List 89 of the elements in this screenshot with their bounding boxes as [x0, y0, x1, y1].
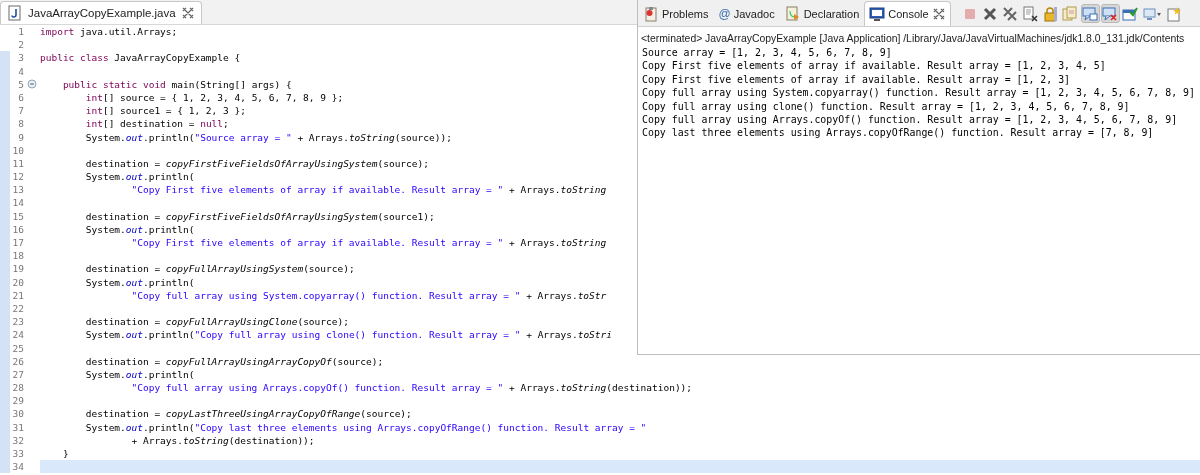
line-number: 1 — [17, 25, 24, 39]
code-line: System.out.println( — [84, 367, 195, 382]
line-number: 25 — [11, 341, 24, 355]
line-number: 17 — [11, 236, 24, 250]
close-icon[interactable] — [931, 7, 946, 21]
code-line: destination = copyLastThreeUsingArrayCopyOfRange(source); — [84, 407, 412, 421]
code-line: int[] destination = null; — [84, 117, 229, 131]
code-line: destination = copyFullArrayUsingSystem(source); — [84, 262, 355, 276]
new-document-icon — [1166, 5, 1183, 22]
code-line: System.out.println( — [84, 170, 195, 184]
window-check-icon — [1122, 5, 1139, 22]
line-number: 7 — [17, 104, 24, 118]
line-number: 9 — [17, 130, 24, 144]
line-number: 27 — [11, 367, 24, 382]
code-line: "Copy First five elements of array if available. Result array = " + Arrays.toString — [130, 183, 607, 197]
line-number: 23 — [11, 315, 24, 329]
console-line: Copy last three elements using Arrays.copyOfRange() function. Result array = [7, 8, 9] — [642, 126, 1154, 140]
view-tab[interactable]: Problems — [638, 1, 714, 26]
code-line: int[] source1 = { 1, 2, 3 }; — [84, 104, 246, 118]
toolbar-button[interactable] — [1020, 4, 1040, 23]
line-number: 18 — [11, 249, 24, 263]
code-line: int[] source = { 1, 2, 3, 4, 5, 6, 7, 8, 9 }; — [84, 90, 344, 105]
code-line: public class JavaArrayCopyExample { — [40, 51, 241, 65]
line-number: 8 — [17, 117, 24, 131]
console-line: Copy full array using System.copyarray() function. Result array = [1, 2, 3, 4, 5, 6, 7, 8, 9] — [642, 86, 1195, 100]
line-number: 3 — [17, 51, 24, 65]
speech-bubble-icon — [1082, 5, 1099, 22]
fold-minus-icon[interactable] — [27, 79, 37, 90]
double-cross-icon — [1002, 5, 1019, 22]
code-line: + Arrays.toString(destination)); — [130, 433, 315, 447]
line-number: 30 — [11, 407, 24, 421]
line-number: 24 — [11, 328, 24, 342]
line-number: 10 — [11, 143, 24, 157]
monitor-icon — [869, 6, 886, 22]
code-line: destination = copyFullArrayUsingClone(source); — [84, 315, 349, 329]
code-line: "Copy First five elements of array if available. Result array = " + Arrays.toString — [130, 236, 607, 250]
code-line: public static void main(String[] args) { — [61, 77, 292, 91]
line-number: 2 — [17, 38, 24, 52]
code-line: System.out.println( — [84, 222, 195, 236]
code-line: System.out.println("Copy full array using clone() function. Result array = " + Arrays.toStri — [84, 328, 612, 342]
console-line: Source array = [1, 2, 3, 4, 5, 6, 7, 8, 9] — [642, 46, 892, 60]
view-tab[interactable]: @ Javadoc — [713, 1, 780, 26]
speech-bubble-icon — [1102, 5, 1119, 22]
process-label: <terminated> JavaArrayCopyExample [Java Application] /Library/Java/JavaVirtualMachines/jdk1.8.0_131.jdk/Contents — [640, 32, 1186, 46]
console-line: Copy full array using clone() function. Result array = [1, 2, 3, 4, 5, 6, 7, 8, 9] — [642, 99, 1130, 114]
code-line: System.out.println("Source array = " + Arrays.toString(source)); — [84, 130, 452, 144]
view-tab[interactable]: Console — [864, 1, 951, 26]
line-number: 4 — [17, 64, 24, 78]
line-number: 5 — [17, 77, 24, 91]
console-line: Copy full array using Arrays.copyOf() function. Result array = [1, 2, 3, 4, 5, 6, 7, 8, 9] — [642, 113, 1178, 127]
view-tab[interactable]: Declaration — [779, 1, 865, 26]
cross-icon — [982, 5, 999, 22]
code-line: import java.util.Arrays; — [40, 25, 178, 39]
line-number: 29 — [11, 394, 24, 408]
line-number: 11 — [11, 156, 24, 171]
code-line: System.out.println("Copy last three elements using Arrays.copyOfRange() function. Result array = " — [84, 420, 647, 434]
editor-tab[interactable]: JavaArrayCopyExample.java — [0, 1, 202, 24]
code-line: "Copy full array using System.copyarray() function. Result array = " + Arrays.toStr — [130, 288, 607, 302]
code-line: System.out.println( — [84, 275, 195, 289]
console-line: Copy First five elements of array if available. Result array = [1, 2, 3, 4, 5] — [642, 59, 1106, 73]
document-cross-icon — [1022, 5, 1039, 22]
line-number: 31 — [11, 420, 24, 434]
line-number: 13 — [11, 183, 24, 197]
monitor-caret-icon — [1142, 5, 1162, 22]
line-number: 12 — [11, 170, 24, 184]
line-number: 16 — [11, 222, 24, 236]
line-number: 28 — [11, 381, 24, 395]
code-line: destination = copyFirstFiveFieldsOfArrayUsingSystem(source1); — [84, 209, 435, 223]
code-line: "Copy full array using Arrays.copyOf() function. Result array = " + Arrays.toString(destination)); — [130, 381, 693, 395]
clipboard-icon — [643, 6, 659, 22]
line-number: 32 — [11, 433, 24, 447]
line-number: 15 — [11, 209, 24, 223]
lock-icon — [1042, 5, 1059, 22]
line-number: 26 — [11, 354, 24, 368]
line-number: 22 — [11, 301, 24, 316]
close-icon[interactable] — [180, 6, 195, 20]
line-number: 33 — [11, 447, 24, 461]
line-number: 20 — [11, 275, 24, 289]
line-number: 19 — [11, 262, 24, 276]
console-line: Copy First five elements of array if available. Result array = [1, 2, 3] — [642, 72, 1071, 87]
code-line: destination = copyFirstFiveFieldsOfArrayUsingSystem(source); — [84, 156, 429, 171]
line-number: 21 — [11, 288, 24, 302]
code-line: } — [61, 447, 69, 461]
line-number: 6 — [17, 90, 24, 105]
code-line: destination = copyFullArrayUsingArrayCopyOf(source); — [84, 354, 384, 368]
line-number: 14 — [11, 196, 24, 210]
java-file-icon — [7, 5, 23, 21]
line-number: 34 — [11, 460, 24, 474]
documents-icon — [1062, 5, 1079, 22]
